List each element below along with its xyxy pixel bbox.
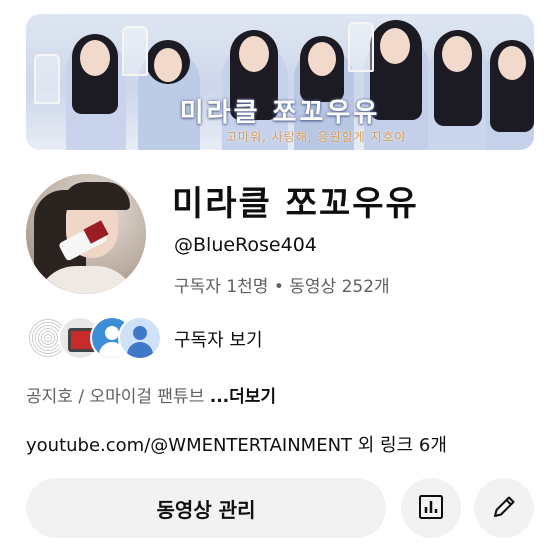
analytics-icon — [418, 494, 444, 523]
channel-handle: @BlueRose404 — [174, 234, 317, 256]
analytics-button[interactable] — [401, 478, 461, 538]
channel-description[interactable]: 공지호 / 오마이걸 팬튜브 ...더보기 — [26, 382, 276, 407]
subscriber-avatar — [118, 316, 162, 360]
banner-subtitle: 고마워, 사랑해, 응원할게 지호야 — [226, 130, 407, 144]
channel-banner: 미라클 쪼꼬우유 고마워, 사랑해, 응원할게 지호야 — [26, 14, 534, 150]
channel-stats: 구독자 1천명 • 동영상 252개 — [174, 277, 390, 297]
description-text: 공지호 / 오마이걸 팬튜브 — [26, 387, 210, 407]
edit-channel-button[interactable] — [474, 478, 534, 538]
more-link[interactable]: ...더보기 — [210, 387, 276, 407]
view-subscribers-link[interactable]: 구독자 보기 — [174, 326, 263, 352]
pencil-icon — [491, 494, 517, 523]
subscriber-avatars[interactable] — [26, 316, 162, 360]
channel-links[interactable]: youtube.com/@WMENTERTAINMENT 외 링크 6개 — [26, 431, 447, 457]
manage-videos-button[interactable]: 동영상 관리 — [26, 478, 386, 538]
channel-avatar[interactable] — [26, 174, 146, 294]
banner-title: 미라클 쪼꼬우유 — [179, 98, 381, 128]
channel-name: 미라클 쪼꼬우유 — [172, 184, 419, 224]
